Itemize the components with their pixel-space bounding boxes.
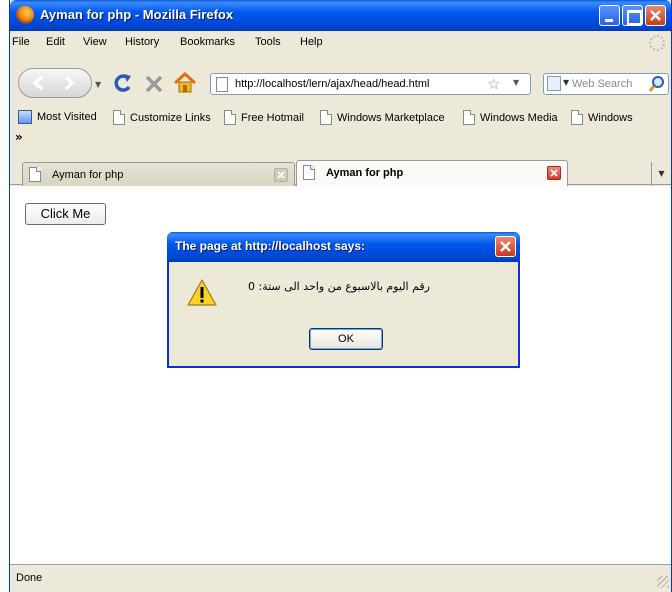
search-bar[interactable]: ▼ Web Search xyxy=(543,73,669,95)
bookmark-label: Customize Links xyxy=(130,111,211,124)
close-icon xyxy=(550,169,558,177)
url-bar[interactable]: http://localhost/lern/ajax/head/head.htm… xyxy=(210,73,531,95)
page-icon xyxy=(463,110,475,125)
bookmark-label: Most Visited xyxy=(37,111,97,123)
search-magnifier-icon[interactable] xyxy=(648,75,666,93)
status-text: Done xyxy=(16,572,43,584)
tab-close-button[interactable] xyxy=(547,166,561,180)
ok-button[interactable]: OK xyxy=(309,328,383,350)
close-icon xyxy=(650,10,661,21)
firefox-logo-icon xyxy=(16,6,34,24)
close-icon xyxy=(500,241,511,252)
bookmarks-overflow-chevron[interactable]: » xyxy=(15,130,23,144)
page-icon xyxy=(303,165,315,180)
page-icon xyxy=(224,110,236,125)
bookmark-windows-media[interactable]: Windows Media xyxy=(463,110,558,125)
reload-button[interactable] xyxy=(112,72,134,94)
most-visited-icon xyxy=(18,110,32,124)
minimize-button[interactable] xyxy=(599,5,620,26)
url-dropdown-icon[interactable]: ▼ xyxy=(513,78,519,87)
stop-button[interactable] xyxy=(143,73,165,95)
maximize-button[interactable] xyxy=(622,5,643,26)
alert-dialog: The page at http://localhost says: رقم ا… xyxy=(167,232,520,368)
bookmark-windows-marketplace[interactable]: Windows Marketplace xyxy=(320,110,445,125)
search-input[interactable]: Web Search xyxy=(572,78,632,90)
status-bar: Done xyxy=(10,564,671,592)
bookmark-label: Windows Marketplace xyxy=(337,111,445,124)
bookmark-star-icon[interactable]: ☆ xyxy=(487,75,500,93)
tab-close-button[interactable] xyxy=(274,168,288,182)
dialog-message: رقم اليوم بالاسبوع من واحد الى ستة: 0 xyxy=(248,280,430,293)
dialog-close-button[interactable] xyxy=(495,236,516,257)
search-engine-icon[interactable] xyxy=(547,76,561,91)
click-me-button[interactable]: Click Me xyxy=(25,203,106,225)
forward-arrow-icon xyxy=(64,76,75,90)
page-content: Click Me The page at http://localhost sa… xyxy=(10,186,671,564)
page-icon xyxy=(29,167,41,182)
page-icon xyxy=(216,77,228,92)
bookmark-windows[interactable]: Windows xyxy=(571,110,633,125)
warning-icon xyxy=(187,279,217,306)
search-engine-dropdown-icon[interactable]: ▼ xyxy=(563,78,569,87)
menu-help[interactable]: Help xyxy=(300,36,323,48)
page-icon xyxy=(571,110,583,125)
bookmark-label: Windows Media xyxy=(480,111,558,124)
close-icon xyxy=(277,171,285,179)
stop-icon xyxy=(145,75,163,93)
page-icon xyxy=(113,110,125,125)
menu-file[interactable]: File xyxy=(12,36,30,48)
bookmark-most-visited[interactable]: Most Visited xyxy=(18,110,97,124)
history-dropdown-icon[interactable]: ▼ xyxy=(95,80,101,89)
title-bar[interactable]: Ayman for php - Mozilla Firefox xyxy=(10,0,671,31)
menu-tools[interactable]: Tools xyxy=(255,36,281,48)
bookmark-customize-links[interactable]: Customize Links xyxy=(113,110,211,125)
back-arrow-icon xyxy=(32,76,43,90)
bookmark-label: Windows xyxy=(588,111,633,124)
tab-strip: Ayman for php Ayman for php ▼ xyxy=(10,151,671,186)
tab-label: Ayman for php xyxy=(52,169,124,181)
tab-label: Ayman for php xyxy=(326,167,404,179)
navigation-toolbar: ▼ http://localhost/lern/ajax/head/head.h… xyxy=(10,53,671,105)
dialog-title: The page at http://localhost says: xyxy=(175,239,366,253)
reload-icon xyxy=(114,74,131,92)
bookmark-free-hotmail[interactable]: Free Hotmail xyxy=(224,110,304,125)
menu-bookmarks[interactable]: Bookmarks xyxy=(180,36,235,48)
home-button[interactable] xyxy=(173,71,197,94)
tab-ayman-for-php-1[interactable]: Ayman for php xyxy=(22,162,295,186)
bookmark-label: Free Hotmail xyxy=(241,111,304,124)
window-title: Ayman for php - Mozilla Firefox xyxy=(40,7,234,22)
menu-view[interactable]: View xyxy=(83,36,107,48)
tab-ayman-for-php-2[interactable]: Ayman for php xyxy=(296,160,568,186)
menu-bar: File Edit View History Bookmarks Tools H… xyxy=(10,31,671,53)
throbber-icon xyxy=(649,35,665,51)
forward-button[interactable] xyxy=(56,69,86,97)
tab-list-dropdown-icon[interactable]: ▼ xyxy=(651,162,671,186)
resize-grip-icon[interactable] xyxy=(657,576,669,588)
url-text[interactable]: http://localhost/lern/ajax/head/head.htm… xyxy=(235,78,429,90)
close-button[interactable] xyxy=(645,5,666,26)
back-button[interactable] xyxy=(19,69,55,97)
browser-window: Ayman for php - Mozilla Firefox File Edi… xyxy=(9,0,672,592)
home-icon xyxy=(173,71,197,93)
bookmarks-toolbar: Most Visited Customize Links Free Hotmai… xyxy=(10,105,671,151)
menu-edit[interactable]: Edit xyxy=(46,36,65,48)
dialog-title-bar[interactable]: The page at http://localhost says: xyxy=(167,232,520,262)
menu-history[interactable]: History xyxy=(125,36,159,48)
page-icon xyxy=(320,110,332,125)
